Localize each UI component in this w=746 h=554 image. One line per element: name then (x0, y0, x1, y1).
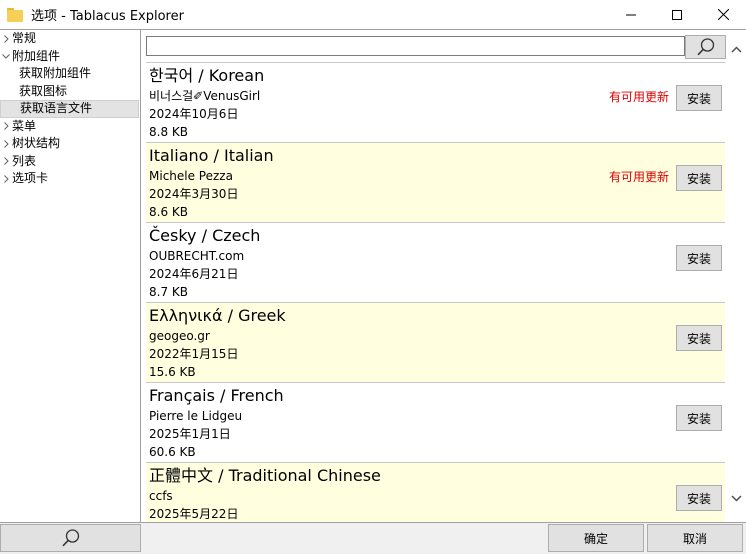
tree-item-addons[interactable]: 附加组件 (0, 48, 140, 66)
list-item: Français / French Pierre le Lidgeu 2025年… (146, 383, 725, 463)
tree-item-get-icons[interactable]: 获取图标 (0, 83, 140, 101)
language-author: ccfs (149, 489, 173, 503)
language-title: Italiano / Italian (149, 146, 274, 165)
tree-item-label: 常规 (12, 31, 37, 45)
update-available-label: 有可用更新 (608, 170, 669, 184)
close-icon (717, 9, 729, 20)
window-controls (608, 0, 746, 29)
tree-item-menus[interactable]: 菜单 (0, 118, 140, 136)
tree-item-tabs[interactable]: 选项卡 (0, 170, 140, 188)
tree-item-label: 获取语言文件 (20, 101, 93, 115)
tree-item-general[interactable]: 常规 (0, 30, 140, 48)
language-list[interactable]: 한국어 / Korean 비너스걸✐VenusGirl 2024年10月6日 8… (146, 62, 725, 522)
list-item: 正體中文 / Traditional Chinese ccfs 2025年5月2… (146, 463, 725, 522)
chevron-up-icon (730, 45, 742, 53)
search-input[interactable] (146, 36, 685, 56)
list-item: Italiano / Italian Michele Pezza 2024年3月… (146, 143, 725, 223)
scroll-up-button[interactable] (726, 40, 746, 58)
language-date: 2024年10月6日 (149, 107, 239, 121)
maximize-icon (672, 9, 682, 20)
language-title: 正體中文 / Traditional Chinese (149, 466, 381, 485)
tree-item-label: 树状结构 (12, 136, 61, 150)
install-button[interactable]: 安装 (676, 245, 722, 271)
language-title: Français / French (149, 386, 284, 405)
language-size: 60.6 KB (149, 445, 196, 459)
ok-button[interactable]: 确定 (548, 524, 644, 552)
tree-search-button[interactable] (0, 524, 141, 552)
language-author: geogeo.gr (149, 329, 210, 343)
search-icon (696, 38, 714, 56)
chevron-down-icon[interactable] (2, 48, 10, 65)
tree-item-label: 获取附加组件 (19, 66, 92, 80)
search-icon (61, 529, 79, 547)
language-size: 8.7 KB (149, 285, 188, 299)
language-size: 8.6 KB (149, 205, 188, 219)
language-files-panel: 한국어 / Korean 비너스걸✐VenusGirl 2024年10月6日 8… (141, 29, 746, 522)
language-size: 8.8 KB (149, 125, 188, 139)
search-bar (146, 35, 726, 59)
language-author: OUBRECHT.com (149, 249, 245, 263)
maximize-button[interactable] (654, 0, 700, 29)
tree-item-get-language-files[interactable]: 获取语言文件 (0, 100, 139, 118)
title-bar: 选项 - Tablacus Explorer (0, 0, 746, 29)
tree-item-label: 选项卡 (12, 171, 49, 185)
options-tree[interactable]: 常规 附加组件 获取附加组件 获取图标 获取语言文件 菜单 树状结构 列表 选项… (0, 29, 141, 522)
install-button[interactable]: 安装 (676, 165, 722, 191)
chevron-right-icon[interactable] (2, 118, 10, 135)
tree-item-label: 附加组件 (12, 48, 61, 63)
tree-item-list[interactable]: 列表 (0, 153, 140, 171)
language-date: 2024年6月21日 (149, 267, 239, 281)
language-date: 2025年1月1日 (149, 427, 231, 441)
tree-item-label: 菜单 (12, 118, 37, 133)
language-title: 한국어 / Korean (149, 66, 265, 85)
list-item: Česky / Czech OUBRECHT.com 2024年6月21日 8.… (146, 223, 725, 303)
vertical-scrollbar[interactable] (726, 36, 746, 521)
tree-item-tree-view[interactable]: 树状结构 (0, 135, 140, 153)
install-button[interactable]: 安装 (676, 485, 722, 511)
language-author: Pierre le Lidgeu (149, 409, 243, 423)
search-button[interactable] (685, 35, 726, 59)
language-date: 2024年3月30日 (149, 187, 239, 201)
window-title: 选项 - Tablacus Explorer (31, 9, 184, 24)
close-button[interactable] (700, 0, 746, 29)
language-title: Česky / Czech (149, 226, 261, 245)
cancel-button[interactable]: 取消 (647, 524, 743, 552)
list-item: Ελληνικά / Greek geogeo.gr 2022年1月15日 15… (146, 303, 725, 383)
update-available-label: 有可用更新 (608, 90, 669, 104)
chevron-right-icon[interactable] (2, 135, 10, 152)
minimize-button[interactable] (608, 0, 654, 29)
minimize-icon (626, 14, 636, 15)
list-item: 한국어 / Korean 비너스걸✐VenusGirl 2024年10月6日 8… (146, 63, 725, 143)
install-button[interactable]: 安装 (676, 405, 722, 431)
install-button[interactable]: 安装 (676, 85, 722, 111)
tree-item-label: 列表 (12, 153, 37, 168)
language-date: 2025年5月22日 (149, 507, 239, 521)
tree-item-get-addons[interactable]: 获取附加组件 (0, 65, 140, 83)
scroll-down-button[interactable] (726, 489, 746, 507)
language-size: 15.6 KB (149, 365, 196, 379)
tree-item-label: 获取图标 (19, 83, 68, 98)
chevron-right-icon[interactable] (2, 153, 10, 170)
chevron-right-icon[interactable] (2, 30, 10, 47)
install-button[interactable]: 安装 (676, 325, 722, 351)
language-title: Ελληνικά / Greek (149, 306, 286, 325)
bottom-bar: 确定 取消 (0, 522, 746, 554)
folder-icon (7, 7, 23, 22)
chevron-right-icon[interactable] (2, 170, 10, 187)
language-date: 2022年1月15日 (149, 347, 239, 361)
chevron-down-icon (730, 494, 742, 502)
